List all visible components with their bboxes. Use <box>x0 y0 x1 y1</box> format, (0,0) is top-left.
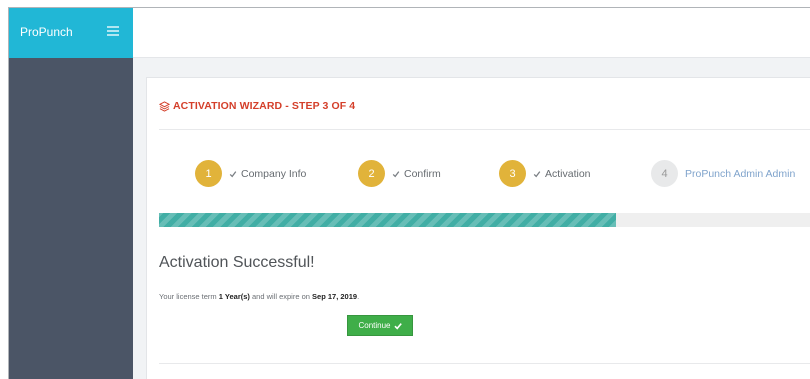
step-label: Activation <box>545 167 591 180</box>
step-label: Confirm <box>404 167 441 180</box>
activation-success-title: Activation Successful! <box>159 254 315 271</box>
brand-area: ProPunch <box>9 8 133 58</box>
wizard-progress-bar <box>159 213 810 227</box>
step-label: ProPunch Admin Admin <box>685 167 796 180</box>
check-icon <box>393 322 402 330</box>
wizard-title: ACTIVATION WIZARD - STEP 3 OF 4 <box>173 100 356 112</box>
step-label: Company Info <box>241 167 307 180</box>
wizard-header: ACTIVATION WIZARD - STEP 3 OF 4 <box>159 96 355 116</box>
activation-wizard-panel: ACTIVATION WIZARD - STEP 3 OF 4 1 Compan… <box>146 77 810 379</box>
wizard-step-company-info[interactable]: 1 Company Info <box>195 160 306 187</box>
main-content: ACTIVATION WIZARD - STEP 3 OF 4 1 Compan… <box>133 58 810 379</box>
hamburger-menu-icon[interactable] <box>107 26 119 36</box>
continue-button[interactable]: Continue <box>347 315 413 336</box>
license-term: 1 Year(s) <box>218 292 250 301</box>
check-icon <box>392 170 400 177</box>
step-number: 2 <box>358 160 385 187</box>
sidebar <box>9 58 133 379</box>
step-number: 1 <box>195 160 222 187</box>
check-icon <box>533 170 541 177</box>
license-expiry-date: Sep 17, 2019 <box>312 292 358 301</box>
step-number: 4 <box>651 160 678 187</box>
brand-logo-text[interactable]: ProPunch <box>20 25 73 39</box>
footer-divider <box>159 363 810 364</box>
wizard-step-confirm[interactable]: 2 Confirm <box>358 160 441 187</box>
license-prefix: Your license term <box>159 292 219 301</box>
top-navbar: ProPunch <box>9 8 810 58</box>
wizard-step-admin[interactable]: 4 ProPunch Admin Admin <box>651 160 795 187</box>
license-info: Your license term 1 Year(s) and will exp… <box>159 292 359 301</box>
header-divider <box>159 129 810 130</box>
check-icon <box>229 170 237 177</box>
license-middle: and will expire on <box>249 292 313 301</box>
step-number: 3 <box>499 160 526 187</box>
layers-icon <box>159 100 170 112</box>
app-window: ProPunch ACTIVATION WIZARD - STEP 3 OF 4… <box>8 7 810 379</box>
continue-label: Continue <box>358 321 391 330</box>
license-suffix: . <box>357 292 360 301</box>
progress-fill <box>159 213 617 227</box>
wizard-step-activation[interactable]: 3 Activation <box>499 160 591 187</box>
